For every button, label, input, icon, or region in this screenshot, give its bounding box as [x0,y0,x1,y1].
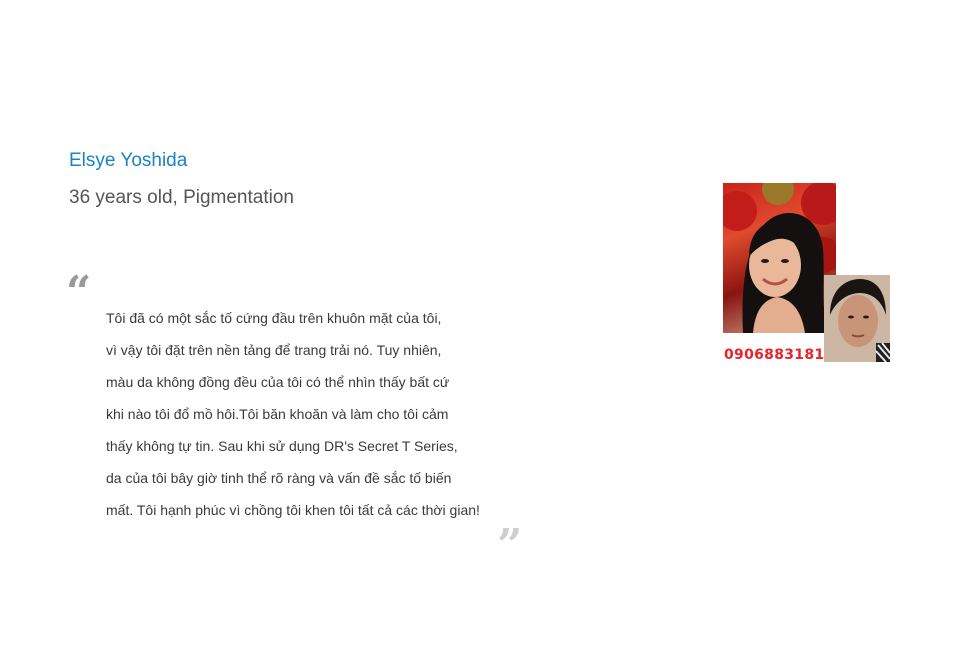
portrait-photo [723,183,836,333]
testimonial-line: khi nào tôi đổ mồ hôi.Tôi băn khoăn và l… [106,406,449,422]
testimonial-body: Tôi đã có một sắc tố cứng đầu trên khuôn… [106,306,526,530]
close-quote-icon: ” [497,520,523,571]
testimonial-line: Tôi đã có một sắc tố cứng đầu trên khuôn… [106,310,442,326]
open-quote-icon: “ [66,267,92,318]
testimonial-line: da của tôi bây giờ tinh thể rõ ràng và v… [106,470,452,486]
portrait-illustration [723,183,836,333]
testimonial-name: Elsye Yoshida [69,150,188,171]
testimonial-subtitle: 36 years old, Pigmentation [69,187,294,208]
inset-photo [824,275,890,362]
testimonial-line: thấy không tự tin. Sau khi sử dụng DR's … [106,438,458,454]
phone-number-overlay: 0906883181 [724,347,824,363]
inset-illustration [824,275,890,362]
testimonial-line: mất. Tôi hạnh phúc vì chồng tôi khen tôi… [106,502,480,518]
testimonial-line: màu da không đồng đều của tôi có thể nhì… [106,374,450,390]
testimonial-line: vì vậy tôi đặt trên nền tảng để trang tr… [106,342,442,358]
